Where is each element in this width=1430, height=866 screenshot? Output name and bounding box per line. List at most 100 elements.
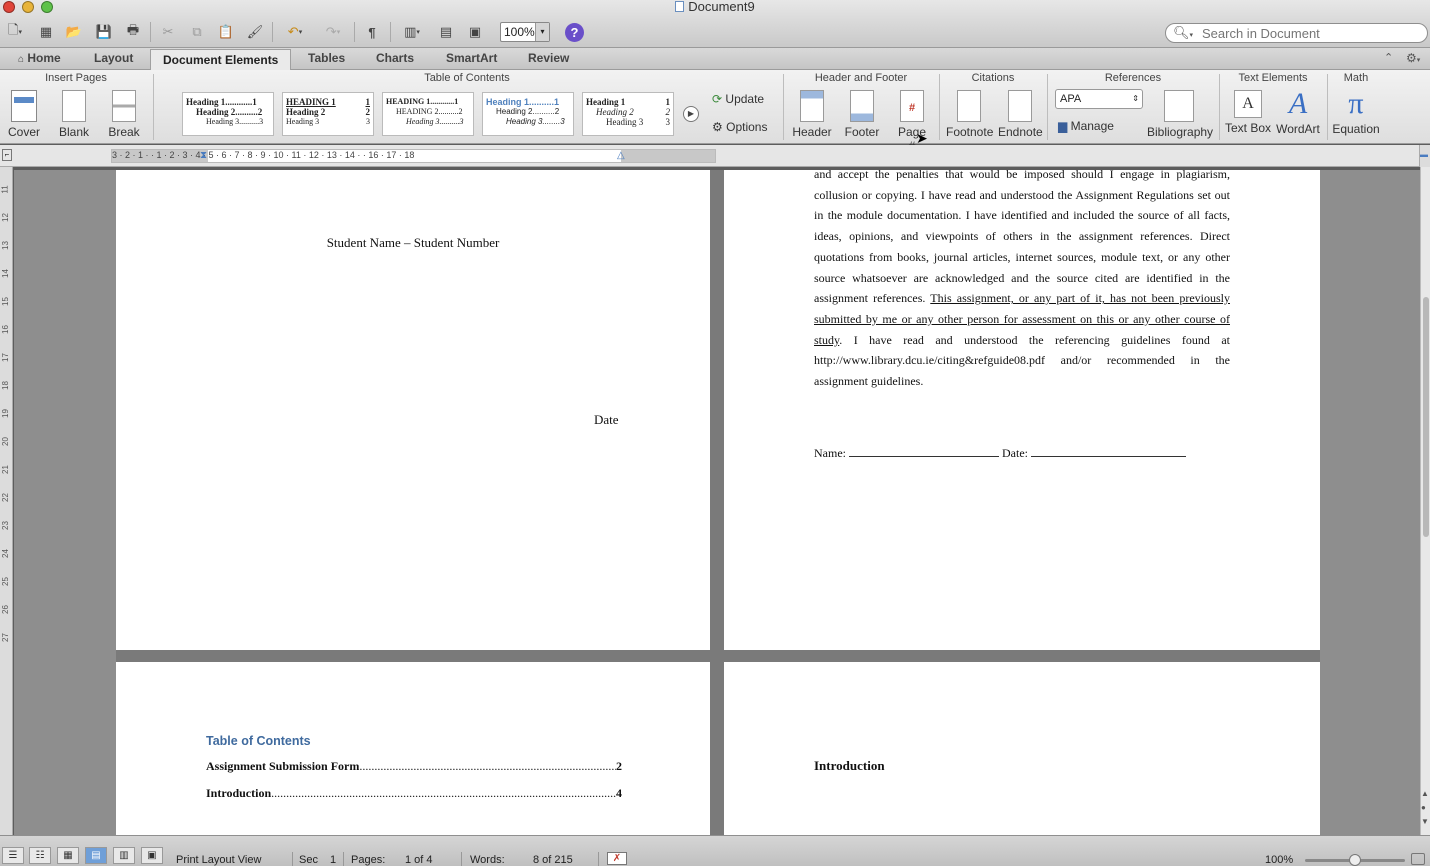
- equation-button[interactable]: π Equation: [1332, 88, 1380, 137]
- group-references: References: [1104, 72, 1162, 84]
- options-gear-icon: ⚙: [712, 120, 723, 134]
- tab-layout[interactable]: Layout: [82, 48, 145, 70]
- pilcrow-icon: ¶: [368, 24, 376, 40]
- zoom-select[interactable]: 100% ▾: [500, 22, 550, 42]
- format-painter-button[interactable]: 🖌: [245, 22, 265, 42]
- publishing-view-button[interactable]: ▦: [57, 847, 79, 864]
- toc4-h3: Heading 3........3: [506, 117, 565, 126]
- notebook-view-button[interactable]: ▥: [113, 847, 135, 864]
- indent-marker[interactable]: ⧗: [200, 150, 207, 162]
- toolbox-button[interactable]: ▣: [465, 22, 485, 42]
- page-title[interactable]: Student Name – Student Number Date: [116, 170, 710, 650]
- wordart-button[interactable]: A WordArt: [1276, 88, 1320, 137]
- ribbon-settings-button[interactable]: ⚙▾: [1406, 51, 1420, 65]
- copy-button[interactable]: ⧉: [187, 22, 207, 42]
- window-title: Document9: [0, 0, 1430, 14]
- toc5-n2: 2: [665, 107, 671, 117]
- update-toc-button[interactable]: ⟳ Update: [712, 92, 764, 106]
- new-doc-icon: 🗋: [8, 22, 19, 37]
- tab-tables[interactable]: Tables: [296, 48, 357, 70]
- scroll-down-icon[interactable]: ▼: [1421, 817, 1429, 826]
- tab-review[interactable]: Review: [516, 48, 581, 70]
- status-bar: ☰ ☷ ▦ ▤ ▥ ▣ Print Layout View Sec 1 Page…: [0, 835, 1430, 866]
- section-value: 1: [330, 854, 337, 866]
- equation-label: Equation: [1332, 122, 1380, 136]
- save-button[interactable]: 💾: [94, 22, 114, 42]
- footnote-button[interactable]: Footnote: [946, 90, 993, 139]
- toc-style-1[interactable]: Heading 1............1 Heading 2........…: [182, 92, 274, 136]
- search-input[interactable]: [1202, 25, 1422, 41]
- toc-options-button[interactable]: ⚙ Options: [712, 120, 767, 134]
- pages-label: Pages:: [351, 854, 386, 866]
- split-view-handle[interactable]: ▬: [1419, 145, 1430, 167]
- toc-gallery-next-button[interactable]: ▶: [683, 106, 699, 122]
- spelling-check-icon[interactable]: ✗: [607, 852, 627, 865]
- cut-button[interactable]: ✂: [158, 22, 178, 42]
- page-toc[interactable]: Table of Contents Assignment Submission …: [116, 662, 710, 835]
- endnote-button[interactable]: Endnote: [998, 90, 1043, 139]
- footer-button[interactable]: Footer: [842, 90, 882, 139]
- print-layout-icon: ▤: [91, 850, 101, 861]
- gallery-button[interactable]: ▤: [436, 22, 456, 42]
- zoom-slider-thumb[interactable]: [1349, 854, 1361, 866]
- clipboard-icon: 📋: [217, 24, 235, 39]
- vertical-scrollbar[interactable]: ▲ ● ▼: [1420, 167, 1430, 835]
- toc5-n3: 3: [665, 117, 671, 127]
- sidebar-button[interactable]: ▥ ▾: [397, 22, 427, 42]
- text-box-button[interactable]: A Text Box: [1224, 90, 1272, 135]
- toc-entry[interactable]: Assignment Submission Form..............…: [206, 759, 622, 774]
- toc-style-2[interactable]: HEADING 1 1 Heading 2 2 Heading 3 3: [282, 92, 374, 136]
- tab-charts[interactable]: Charts: [364, 48, 426, 70]
- undo-button[interactable]: ↶ ▾: [280, 22, 310, 42]
- outline-view-button[interactable]: ☷: [29, 847, 51, 864]
- browse-object-icon[interactable]: ●: [1421, 803, 1426, 812]
- zoom-value: 100%: [504, 25, 535, 39]
- cover-page-icon: [11, 90, 37, 122]
- draft-view-button[interactable]: ☰: [2, 847, 24, 864]
- blank-page-button[interactable]: Blank: [56, 90, 92, 139]
- cover-button[interactable]: Cover: [4, 90, 44, 139]
- templates-button[interactable]: ▦: [36, 22, 56, 42]
- toc-heading: Table of Contents: [206, 734, 311, 748]
- print-layout-view-button[interactable]: ▤: [85, 847, 107, 864]
- open-button[interactable]: 📂: [64, 22, 84, 42]
- scrollbar-thumb[interactable]: [1423, 297, 1429, 537]
- toc-entry[interactable]: Introduction............................…: [206, 786, 622, 801]
- page-introduction[interactable]: Introduction: [724, 662, 1320, 835]
- break-button[interactable]: Break: [104, 90, 144, 139]
- header-button[interactable]: Header: [792, 90, 832, 139]
- citation-style-select[interactable]: APA ⇕: [1055, 89, 1143, 109]
- group-math: Math: [1343, 72, 1369, 84]
- print-button[interactable]: 🖶: [123, 22, 143, 42]
- bibliography-button[interactable]: Bibliography: [1147, 90, 1213, 139]
- student-name-line: Student Name – Student Number: [326, 235, 500, 250]
- manage-icon: ▆: [1058, 119, 1068, 133]
- toc1-h1: Heading 1............1: [186, 97, 257, 107]
- tab-home[interactable]: ⌂ Home: [6, 48, 73, 70]
- toc-style-5[interactable]: Heading 1 1 Heading 2 2 Heading 3 3: [582, 92, 674, 136]
- redo-button[interactable]: ↷ ▾: [318, 22, 348, 42]
- collapse-ribbon-button[interactable]: ⌃: [1384, 51, 1393, 64]
- outline-view-icon: ☷: [35, 850, 45, 861]
- open-folder-icon: 📂: [65, 24, 83, 39]
- footer-label: Footer: [844, 125, 880, 139]
- tab-smartart[interactable]: SmartArt: [434, 48, 509, 70]
- tab-stop-selector[interactable]: ⌐: [2, 149, 12, 161]
- toc-style-4[interactable]: Heading 1..........1 Heading 2..........…: [482, 92, 574, 136]
- ribbon: Insert Pages Table of Contents Header an…: [0, 70, 1430, 153]
- page-declaration[interactable]: and accept the penalties that would be i…: [724, 170, 1320, 650]
- help-button[interactable]: ?: [565, 23, 584, 42]
- right-indent-marker[interactable]: △: [617, 150, 625, 162]
- paste-button[interactable]: 📋: [216, 22, 236, 42]
- resize-grip[interactable]: [1411, 853, 1425, 865]
- tab-document-elements-label: Document Elements: [163, 53, 279, 67]
- focus-view-button[interactable]: ▣: [141, 847, 163, 864]
- scroll-up-icon[interactable]: ▲: [1421, 789, 1429, 798]
- vertical-ruler[interactable]: 11 12 13 14 15 16 17 18 19 20 21 22 23 24 25 26 27: [0, 167, 13, 835]
- show-formatting-button[interactable]: ¶: [362, 22, 382, 42]
- horizontal-ruler[interactable]: 3 · 2 · 1 · · 1 · 2 · 3 · 4 · 5 · 6 · 7 …: [111, 149, 716, 163]
- manage-citations-button[interactable]: ▆ Manage: [1058, 119, 1114, 133]
- new-document-button[interactable]: 🗋 ▾: [2, 22, 28, 42]
- tab-document-elements[interactable]: Document Elements: [150, 49, 292, 71]
- toc-style-3[interactable]: HEADING 1............1 HEADING 2........…: [382, 92, 474, 136]
